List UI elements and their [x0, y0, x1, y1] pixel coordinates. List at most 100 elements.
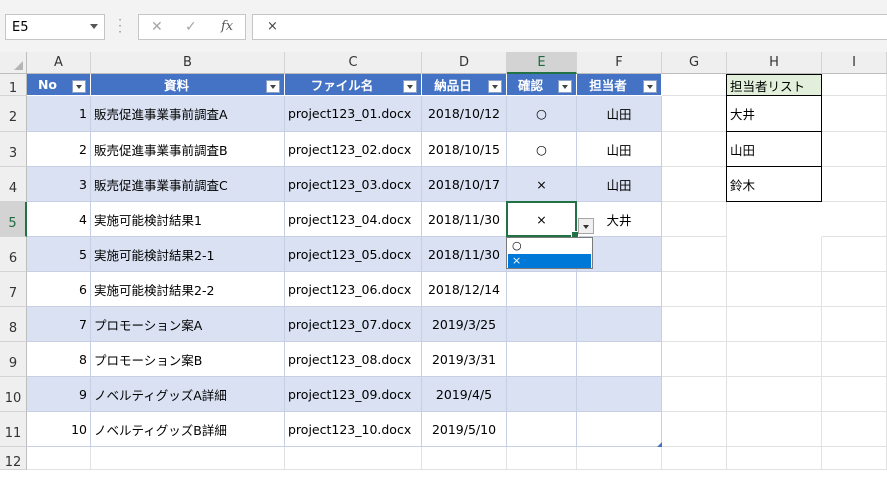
- grid-cell[interactable]: [822, 237, 887, 272]
- table-cell-delivery-date[interactable]: 2019/4/5: [422, 377, 507, 412]
- grid-cell[interactable]: [662, 96, 727, 132]
- chevron-down-icon[interactable]: [90, 24, 98, 29]
- grid-cell[interactable]: [822, 202, 887, 237]
- table-cell-document[interactable]: プロモーション案B: [91, 342, 285, 377]
- enter-icon[interactable]: ✓: [185, 19, 197, 35]
- table-cell-delivery-date[interactable]: 2018/10/17: [422, 167, 507, 202]
- table-cell-confirm[interactable]: [507, 342, 577, 377]
- table-cell-no[interactable]: 2: [27, 132, 91, 167]
- table-resize-handle[interactable]: [657, 442, 662, 447]
- grid-cell[interactable]: [662, 412, 727, 447]
- dropdown-option[interactable]: ○: [508, 239, 591, 253]
- filter-dropdown-icon[interactable]: [266, 80, 280, 93]
- table-cell-confirm[interactable]: ○: [507, 96, 577, 132]
- grid-cell[interactable]: [727, 237, 822, 272]
- table-cell-assignee[interactable]: 山田: [577, 132, 662, 167]
- table-cell-document[interactable]: 実施可能検討結果2-2: [91, 272, 285, 307]
- column-header-g[interactable]: G: [662, 52, 727, 74]
- table-cell-no[interactable]: 5: [27, 237, 91, 272]
- table-cell-document[interactable]: 販売促進事業事前調査C: [91, 167, 285, 202]
- table-cell-file-name[interactable]: project123_07.docx: [285, 307, 422, 342]
- table-cell-document[interactable]: 販売促進事業事前調査B: [91, 132, 285, 167]
- grid-cell[interactable]: [727, 272, 822, 307]
- grid-cell[interactable]: [662, 342, 727, 377]
- table-cell-delivery-date[interactable]: 2018/11/30: [422, 202, 507, 237]
- grid-cell[interactable]: [662, 132, 727, 167]
- grid-cell[interactable]: [91, 447, 285, 470]
- table-cell-no[interactable]: 8: [27, 342, 91, 377]
- table-cell-file-name[interactable]: project123_04.docx: [285, 202, 422, 237]
- row-header-7[interactable]: 7: [0, 272, 27, 307]
- table-cell-no[interactable]: 6: [27, 272, 91, 307]
- table-cell-file-name[interactable]: project123_05.docx: [285, 237, 422, 272]
- grid-cell[interactable]: [727, 447, 822, 470]
- table-cell-document[interactable]: 実施可能検討結果1: [91, 202, 285, 237]
- grid-cell[interactable]: [822, 307, 887, 342]
- row-header-8[interactable]: 8: [0, 307, 27, 342]
- name-box[interactable]: E5: [5, 14, 105, 40]
- table-cell-delivery-date[interactable]: 2018/10/15: [422, 132, 507, 167]
- grid-cell[interactable]: [822, 96, 887, 132]
- row-header-11[interactable]: 11: [0, 412, 27, 447]
- select-all-button[interactable]: [0, 52, 27, 74]
- grid-cell[interactable]: [662, 237, 727, 272]
- table-cell-document[interactable]: プロモーション案A: [91, 307, 285, 342]
- grid-cell[interactable]: [822, 342, 887, 377]
- insert-function-icon[interactable]: fx: [221, 19, 233, 34]
- table-cell-no[interactable]: 3: [27, 167, 91, 202]
- column-header-a[interactable]: A: [27, 52, 91, 74]
- grid-cell[interactable]: [822, 132, 887, 167]
- grid-cell[interactable]: [662, 377, 727, 412]
- table-cell-assignee[interactable]: [577, 412, 662, 447]
- row-header-4[interactable]: 4: [0, 167, 27, 202]
- grid-cell[interactable]: [822, 74, 887, 96]
- table-cell-assignee[interactable]: [577, 377, 662, 412]
- grid-cell[interactable]: [27, 447, 91, 470]
- table-cell-document[interactable]: ノベルティグッズB詳細: [91, 412, 285, 447]
- filter-dropdown-icon[interactable]: [643, 80, 657, 93]
- grid-cell[interactable]: [727, 412, 822, 447]
- staff-list-header[interactable]: 担当者リスト: [726, 74, 822, 96]
- staff-list-item[interactable]: 山田: [726, 132, 822, 167]
- grid-cell[interactable]: [662, 307, 727, 342]
- row-header-9[interactable]: 9: [0, 342, 27, 377]
- filter-dropdown-icon[interactable]: [403, 80, 417, 93]
- validation-dropdown-button[interactable]: [578, 218, 594, 234]
- table-cell-confirm[interactable]: [507, 307, 577, 342]
- filter-dropdown-icon[interactable]: [558, 80, 572, 93]
- grid-cell[interactable]: [822, 167, 887, 202]
- table-cell-document[interactable]: ノベルティグッズA詳細: [91, 377, 285, 412]
- staff-list-item[interactable]: 大井: [726, 96, 822, 132]
- table-cell-delivery-date[interactable]: 2018/10/12: [422, 96, 507, 132]
- active-cell-e5[interactable]: [506, 201, 579, 239]
- table-cell-file-name[interactable]: project123_08.docx: [285, 342, 422, 377]
- table-cell-delivery-date[interactable]: 2018/11/30: [422, 237, 507, 272]
- table-cell-file-name[interactable]: project123_02.docx: [285, 132, 422, 167]
- grid-cell[interactable]: [422, 447, 507, 470]
- validation-dropdown-list[interactable]: ○ ×: [506, 237, 593, 269]
- column-header-d[interactable]: D: [422, 52, 507, 74]
- row-header-1[interactable]: 1: [0, 74, 27, 96]
- dropdown-option[interactable]: ×: [508, 254, 591, 268]
- table-cell-document[interactable]: 実施可能検討結果2-1: [91, 237, 285, 272]
- grid-cell[interactable]: [577, 447, 662, 470]
- cancel-icon[interactable]: ✕: [151, 19, 163, 35]
- table-cell-no[interactable]: 7: [27, 307, 91, 342]
- table-cell-assignee[interactable]: 山田: [577, 96, 662, 132]
- table-cell-no[interactable]: 9: [27, 377, 91, 412]
- table-cell-file-name[interactable]: project123_10.docx: [285, 412, 422, 447]
- grid-cell[interactable]: [822, 272, 887, 307]
- grid-cell[interactable]: [822, 447, 887, 470]
- table-cell-delivery-date[interactable]: 2018/12/14: [422, 272, 507, 307]
- row-header-6[interactable]: 6: [0, 237, 27, 272]
- grid-cell[interactable]: [662, 202, 727, 237]
- column-header-h[interactable]: H: [727, 52, 822, 74]
- filter-dropdown-icon[interactable]: [72, 80, 86, 93]
- grid-cell[interactable]: [662, 272, 727, 307]
- grid-cell[interactable]: [662, 447, 727, 470]
- grid-cell[interactable]: [727, 307, 822, 342]
- column-header-f[interactable]: F: [577, 52, 662, 74]
- staff-list-item[interactable]: 鈴木: [726, 167, 822, 202]
- table-cell-confirm[interactable]: ×: [507, 167, 577, 202]
- table-cell-no[interactable]: 10: [27, 412, 91, 447]
